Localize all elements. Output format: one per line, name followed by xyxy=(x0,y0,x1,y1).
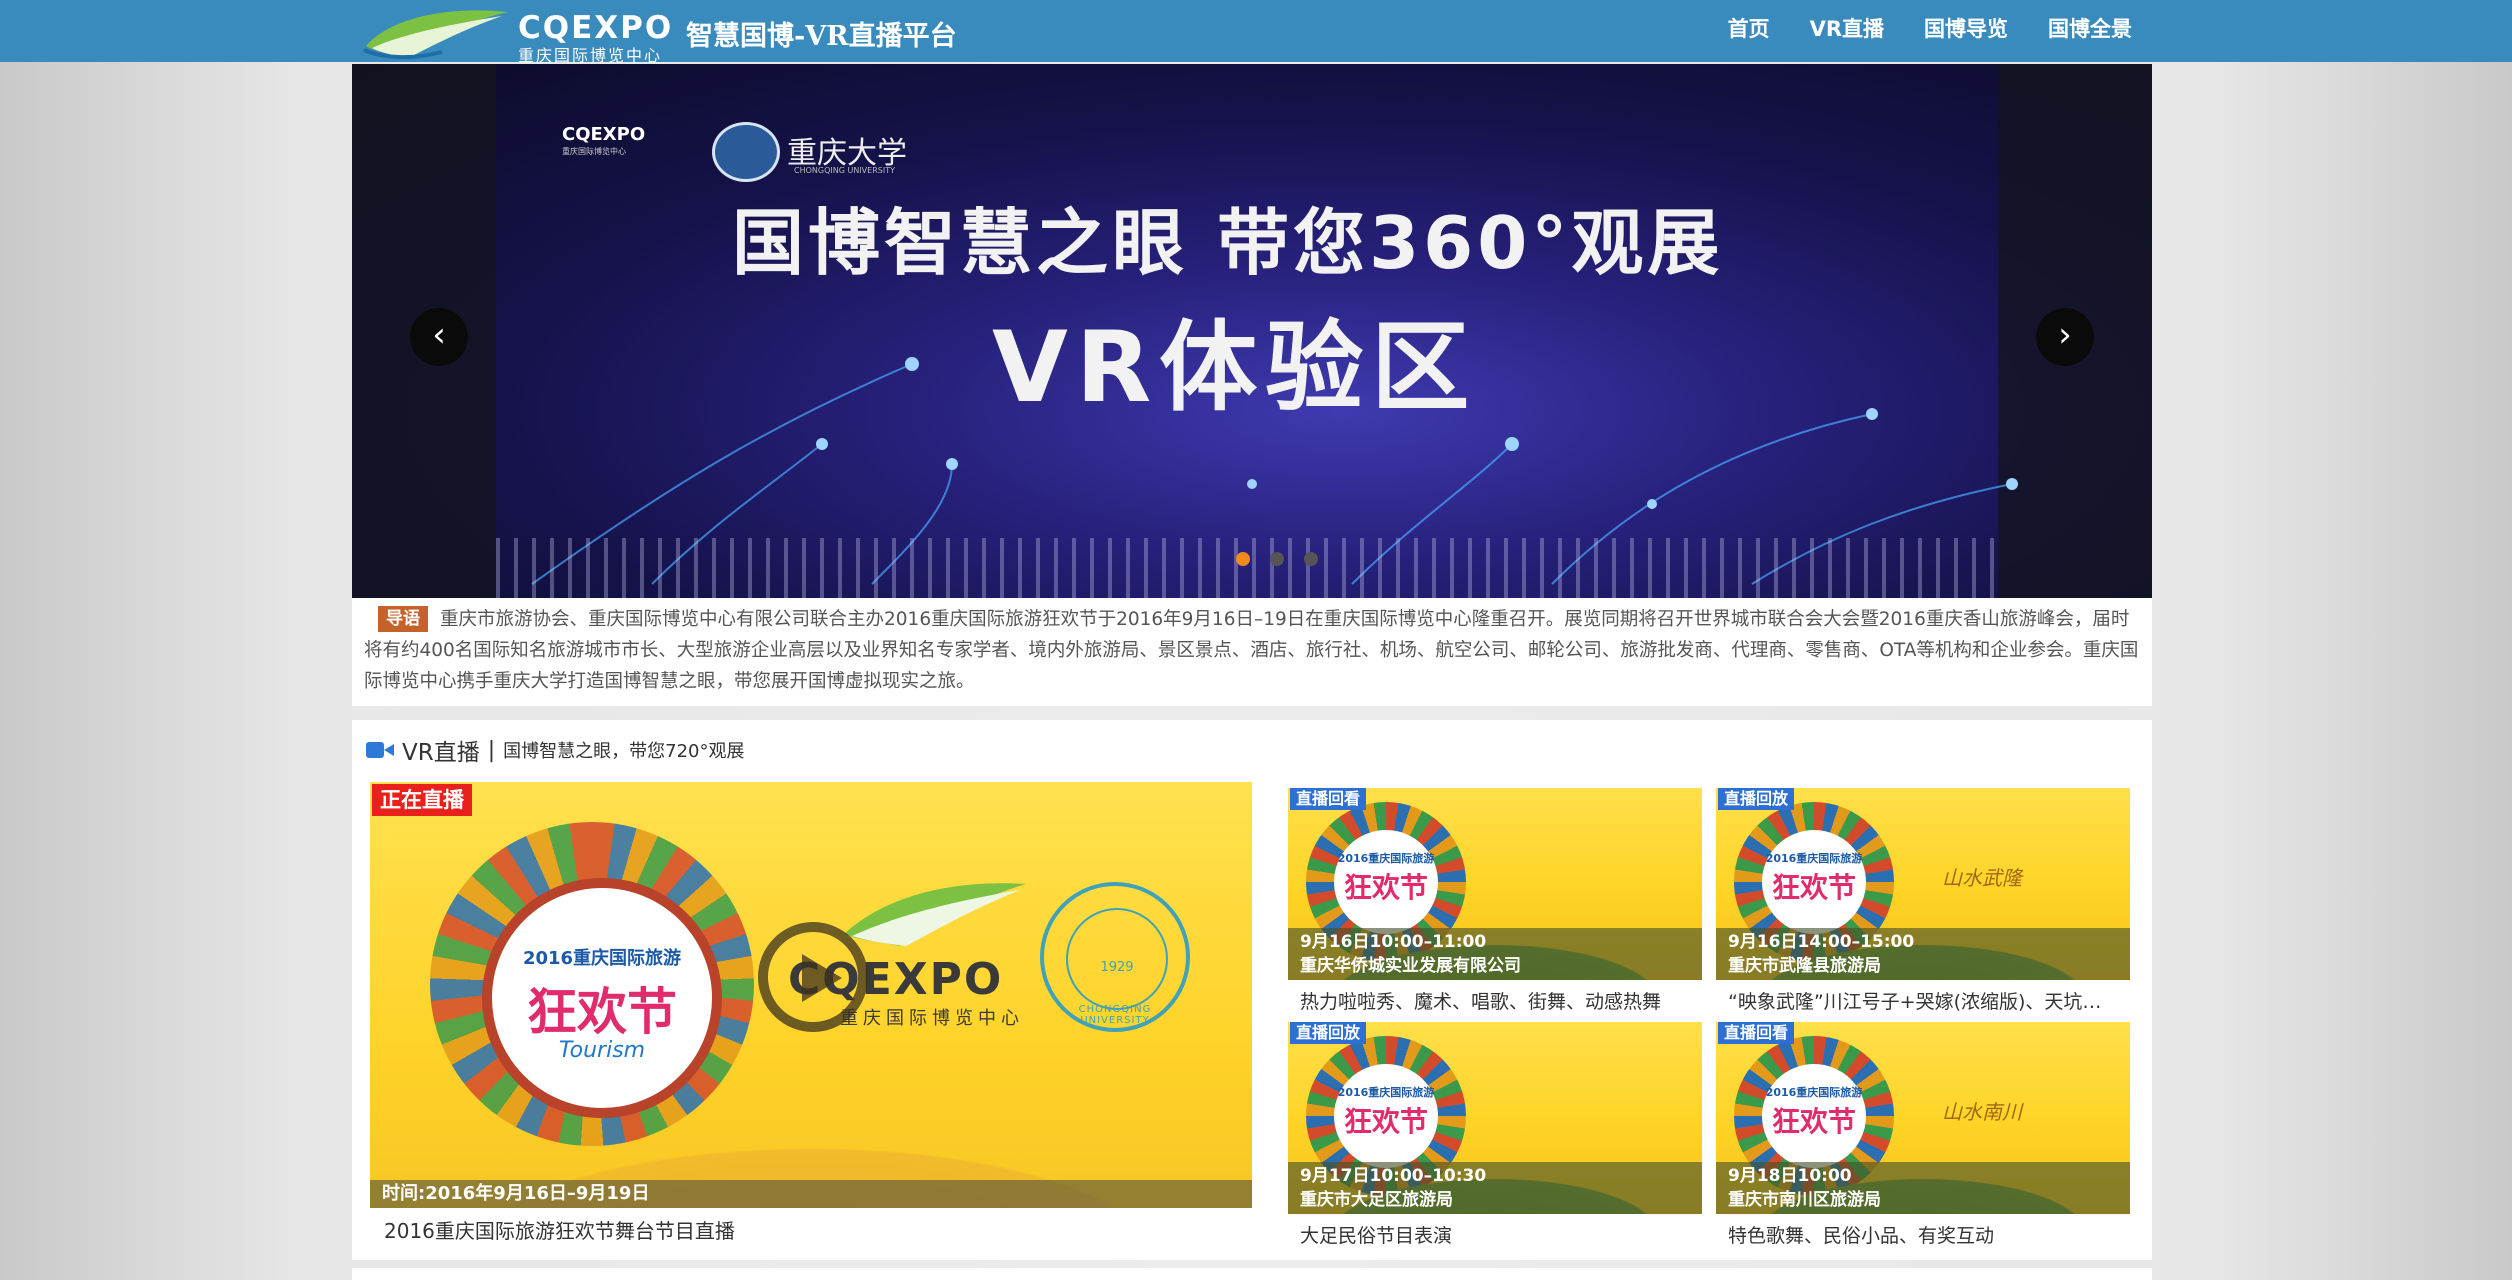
logo-text: CQEXPO xyxy=(518,10,674,46)
play-button-icon[interactable] xyxy=(758,922,868,1032)
card-caption[interactable]: “映象武隆”川江号子+哭嫁(浓缩版)、天坑… xyxy=(1716,986,2128,1018)
festival-year: 2016重庆国际旅游 xyxy=(522,948,682,969)
main-live-thumbnail[interactable]: 正在直播 2016重庆国际旅游 狂欢节 Tourism CQEXPO 重庆国际博… xyxy=(370,782,1252,1208)
main-time-bar: 时间:2016年9月16日–9月19日 xyxy=(370,1180,1252,1208)
card-festival-year: 2016重庆国际旅游 xyxy=(1765,852,1863,865)
nav-vr-live[interactable]: VR直播 xyxy=(1810,14,1884,48)
university-seal-inner: 1929 xyxy=(1066,908,1168,1010)
main-nav: 首页 VR直播 国博导览 国博全景 xyxy=(1688,14,2132,48)
main-live-title[interactable]: 2016重庆国际旅游狂欢节舞台节目直播 xyxy=(370,1216,1252,1246)
card-festival-logo: 2016重庆国际旅游 狂欢节 xyxy=(1762,830,1866,934)
card-time-bar: 9月17日10:00–10:30 重庆市大足区旅游局 xyxy=(1288,1162,1702,1214)
site-logo[interactable]: CQEXPO 重庆国际博览中心 xyxy=(362,6,671,65)
replay-badge: 直播回放 xyxy=(1718,788,1795,810)
card-festival-name: 狂欢节 xyxy=(1343,1105,1428,1138)
replay-card-2[interactable]: 直播回放 2016重庆国际旅游 狂欢节 山水武隆 9月16日14:00–15:0… xyxy=(1716,788,2130,1018)
main-time-text: 时间:2016年9月16日–9月19日 xyxy=(382,1183,650,1204)
card-festival-logo: 2016重庆国际旅游 狂欢节 xyxy=(1334,1064,1438,1168)
next-section-edge xyxy=(352,1268,2152,1280)
logo-subtitle: 重庆国际博览中心 xyxy=(518,46,663,65)
card-organizer: 重庆市武隆县旅游局 xyxy=(1728,956,1881,976)
nav-expo-panorama[interactable]: 国博全景 xyxy=(2048,14,2132,48)
banner-carousel[interactable]: CQEXPO 重庆国际博览中心 重庆大学 CHONGQING UNIVERSIT… xyxy=(352,64,2152,598)
card-time: 9月18日10:00 xyxy=(1728,1166,1852,1186)
video-camera-icon xyxy=(366,741,394,759)
carousel-next-button[interactable]: › xyxy=(2036,308,2094,366)
main-cqexpo-subtitle: 重庆国际博览中心 xyxy=(840,1008,1024,1029)
card-time-bar: 9月16日14:00–15:00 重庆市武隆县旅游局 xyxy=(1716,928,2130,980)
card-organizer: 重庆市南川区旅游局 xyxy=(1728,1190,1881,1210)
card-calligraphy: 山水武隆 xyxy=(1942,866,2022,890)
nav-expo-guide[interactable]: 国博导览 xyxy=(1924,14,2008,48)
section-separator: | xyxy=(487,737,496,763)
carousel-dot-1[interactable] xyxy=(1236,552,1250,566)
replay-card-thumbnail[interactable]: 直播回放 2016重庆国际旅游 狂欢节 9月17日10:00–10:30 重庆市… xyxy=(1288,1022,1702,1214)
banner-cqexpo-logo: CQEXPO xyxy=(562,124,646,145)
card-time-bar: 9月16日10:00–11:00 重庆华侨城实业发展有限公司 xyxy=(1288,928,1702,980)
replay-card-thumbnail[interactable]: 直播回放 2016重庆国际旅游 狂欢节 山水武隆 9月16日14:00–15:0… xyxy=(1716,788,2130,980)
festival-english: Tourism xyxy=(558,1038,646,1063)
replay-card-3[interactable]: 直播回放 2016重庆国际旅游 狂欢节 9月17日10:00–10:30 重庆市… xyxy=(1288,1022,1702,1252)
festival-logo: 2016重庆国际旅游 狂欢节 Tourism xyxy=(482,878,722,1118)
card-time-bar: 9月18日10:00 重庆市南川区旅游局 xyxy=(1716,1162,2130,1214)
replay-badge: 直播回看 xyxy=(1718,1022,1795,1044)
university-emblem-icon xyxy=(712,122,780,182)
banner-vr-title: VR体验区 xyxy=(992,311,1478,425)
university-seal-year: 1929 xyxy=(1100,960,1134,975)
card-festival-logo: 2016重庆国际旅游 狂欢节 xyxy=(1762,1064,1866,1168)
carousel-dot-3[interactable] xyxy=(1304,552,1318,566)
card-caption[interactable]: 热力啦啦秀、魔术、唱歌、街舞、动感热舞 xyxy=(1288,986,1700,1018)
festival-name: 狂欢节 xyxy=(527,983,677,1041)
banner-university-english: CHONGQING UNIVERSITY xyxy=(794,166,895,175)
section-header: VR直播 | 国博智慧之眼，带您720°观展 xyxy=(366,730,745,770)
card-time: 9月16日10:00–11:00 xyxy=(1300,932,1487,952)
banner-cqexpo-subtitle: 重庆国际博览中心 xyxy=(562,147,626,156)
card-festival-logo: 2016重庆国际旅游 狂欢节 xyxy=(1334,830,1438,934)
site-title: 智慧国博-VR直播平台 xyxy=(686,21,957,52)
nav-home[interactable]: 首页 xyxy=(1728,14,1770,48)
card-time: 9月16日14:00–15:00 xyxy=(1728,932,1915,952)
card-organizer: 重庆华侨城实业发展有限公司 xyxy=(1300,956,1521,976)
leaf-logo-icon xyxy=(363,10,508,60)
replay-card-thumbnail[interactable]: 直播回看 2016重庆国际旅游 狂欢节 山水南川 9月18日10:00 重庆市南… xyxy=(1716,1022,2130,1214)
intro-text: 重庆市旅游协会、重庆国际博览中心有限公司联合主办2016重庆国际旅游狂欢节于20… xyxy=(364,609,2139,692)
card-organizer: 重庆市大足区旅游局 xyxy=(1300,1190,1453,1210)
carousel-indicators xyxy=(1236,552,1338,566)
banner-logos: CQEXPO 重庆国际博览中心 重庆大学 CHONGQING UNIVERSIT… xyxy=(562,94,942,182)
card-festival-year: 2016重庆国际旅游 xyxy=(1337,852,1435,865)
live-now-badge: 正在直播 xyxy=(372,784,472,816)
replay-card-4[interactable]: 直播回看 2016重庆国际旅游 狂欢节 山水南川 9月18日10:00 重庆市南… xyxy=(1716,1022,2130,1252)
intro-section: 导语 重庆市旅游协会、重庆国际博览中心有限公司联合主办2016重庆国际旅游狂欢节于… xyxy=(352,598,2152,706)
intro-paragraph: 导语 重庆市旅游协会、重庆国际博览中心有限公司联合主办2016重庆国际旅游狂欢节于… xyxy=(364,604,2140,697)
main-live-card[interactable]: 正在直播 2016重庆国际旅游 狂欢节 Tourism CQEXPO 重庆国际博… xyxy=(370,782,1252,1246)
card-festival-name: 狂欢节 xyxy=(1771,871,1856,904)
card-caption[interactable]: 大足民俗节目表演 xyxy=(1288,1220,1700,1252)
card-time: 9月17日10:00–10:30 xyxy=(1300,1166,1487,1186)
card-festival-name: 狂欢节 xyxy=(1771,1105,1856,1138)
top-navbar: CQEXPO 重庆国际博览中心 智慧国博-VR直播平台 首页 VR直播 国博导览… xyxy=(0,0,2512,65)
vr-live-section: VR直播 | 国博智慧之眼，带您720°观展 正在直播 2016重庆国际旅游 狂… xyxy=(352,720,2152,1260)
card-festival-year: 2016重庆国际旅游 xyxy=(1765,1086,1863,1099)
university-seal-icon: 1929 CHONGQING UNIVERSITY xyxy=(1040,882,1190,1032)
card-festival-name: 狂欢节 xyxy=(1343,871,1428,904)
carousel-dot-2[interactable] xyxy=(1270,552,1284,566)
replay-card-1[interactable]: 直播回看 2016重庆国际旅游 狂欢节 9月16日10:00–11:00 重庆华… xyxy=(1288,788,1702,1018)
section-title: VR直播 xyxy=(402,740,480,766)
banner-headline: 国博智慧之眼 带您360°观展 xyxy=(732,201,1724,285)
replay-card-thumbnail[interactable]: 直播回看 2016重庆国际旅游 狂欢节 9月16日10:00–11:00 重庆华… xyxy=(1288,788,1702,980)
university-seal-english: CHONGQING UNIVERSITY xyxy=(1078,1004,1152,1026)
intro-tag: 导语 xyxy=(378,606,428,632)
replay-badge: 直播回放 xyxy=(1290,1022,1367,1044)
card-caption[interactable]: 特色歌舞、民俗小品、有奖互动 xyxy=(1716,1220,2128,1252)
card-festival-year: 2016重庆国际旅游 xyxy=(1337,1086,1435,1099)
section-subtitle: 国博智慧之眼，带您720°观展 xyxy=(503,741,745,762)
replay-badge: 直播回看 xyxy=(1290,788,1367,810)
banner-city-skyline xyxy=(496,538,1996,598)
carousel-prev-button[interactable]: ‹ xyxy=(410,308,468,366)
card-calligraphy: 山水南川 xyxy=(1942,1100,2022,1124)
cqexpo-leaf-icon xyxy=(844,883,1026,946)
